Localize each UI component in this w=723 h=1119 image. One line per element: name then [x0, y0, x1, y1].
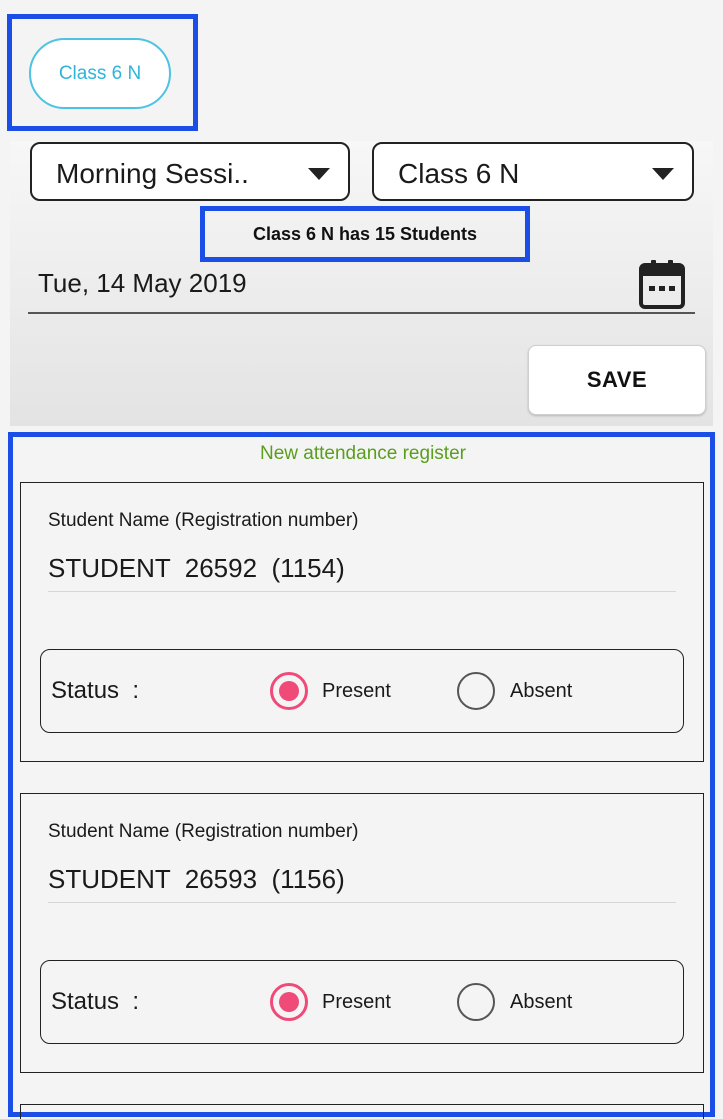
- register-title: New attendance register: [260, 443, 466, 464]
- save-button[interactable]: SAVE: [528, 345, 706, 415]
- student-name-underline: [48, 902, 676, 903]
- class-dropdown-value: Class 6 N: [398, 158, 520, 189]
- dropdown-arrow-icon: [308, 168, 330, 180]
- absent-radio[interactable]: [457, 983, 495, 1021]
- absent-radio[interactable]: [457, 672, 495, 710]
- next-student-card-edge: [20, 1104, 704, 1119]
- date-field[interactable]: Tue, 14 May 2019: [38, 268, 247, 299]
- student-count-text: Class 6 N has 15 Students: [252, 223, 478, 244]
- session-dropdown-value: Morning Sessi..: [56, 158, 249, 189]
- absent-label[interactable]: Absent: [510, 991, 572, 1014]
- student-name-value: STUDENT 26593 (1156): [48, 864, 345, 894]
- student-card: Student Name (Registration number) STUDE…: [20, 793, 704, 1073]
- student-field-label: Student Name (Registration number): [48, 821, 359, 842]
- status-label: Status :: [51, 677, 140, 704]
- class-dropdown[interactable]: Class 6 N: [372, 142, 694, 201]
- calendar-icon[interactable]: [638, 258, 686, 310]
- status-box: Status : Present Absent: [40, 960, 684, 1044]
- absent-label[interactable]: Absent: [510, 680, 572, 703]
- class-chip-label: Class 6 N: [58, 62, 142, 84]
- student-field-label: Student Name (Registration number): [48, 510, 359, 531]
- class-chip[interactable]: Class 6 N: [29, 38, 171, 109]
- status-label: Status :: [51, 988, 140, 1015]
- present-label[interactable]: Present: [322, 680, 391, 703]
- status-box: Status : Present Absent: [40, 649, 684, 733]
- session-dropdown[interactable]: Morning Sessi..: [30, 142, 350, 201]
- present-radio[interactable]: [270, 672, 308, 710]
- present-radio[interactable]: [270, 983, 308, 1021]
- present-label[interactable]: Present: [322, 991, 391, 1014]
- student-card: Student Name (Registration number) STUDE…: [20, 482, 704, 762]
- dropdown-arrow-icon: [652, 168, 674, 180]
- student-name-underline: [48, 591, 676, 592]
- student-name-value: STUDENT 26592 (1154): [48, 553, 345, 583]
- date-underline: [28, 312, 695, 314]
